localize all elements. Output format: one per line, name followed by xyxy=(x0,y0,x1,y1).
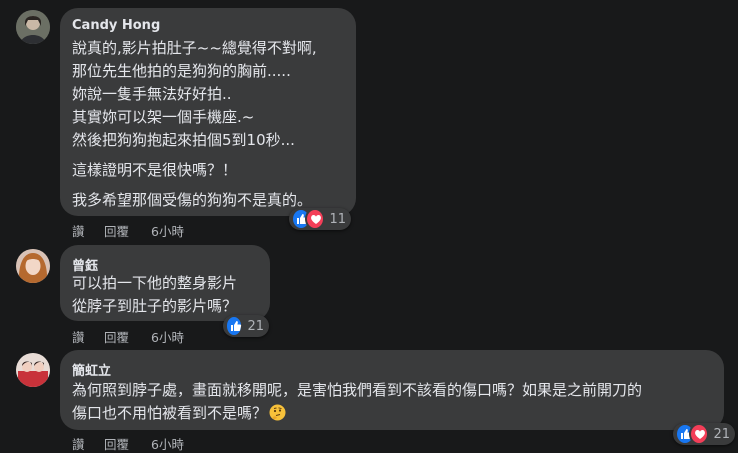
comment-text-segment: 傷口也不用怕被看到不是嗎？ xyxy=(72,404,268,422)
reaction-count: 11 xyxy=(329,211,346,227)
comment-actions: 讚 回覆 6小時 xyxy=(72,327,212,346)
reply-link[interactable]: 回覆 xyxy=(104,434,129,453)
timestamp[interactable]: 6小時 xyxy=(151,327,184,346)
comment-bubble: 簡虹立 為何照到脖子處，畫面就移開呢，是害怕我們看到不該看的傷口嗎？如果是之前開… xyxy=(60,350,724,430)
reaction-count: 21 xyxy=(247,318,264,334)
comment-text-line: 其實妳可以架一個手機座.~ xyxy=(72,108,255,126)
reply-link[interactable]: 回覆 xyxy=(104,327,129,346)
like-link[interactable]: 讚 xyxy=(72,327,85,346)
avatar[interactable] xyxy=(16,10,50,44)
comment-author[interactable]: 簡虹立 xyxy=(72,360,111,379)
timestamp[interactable]: 6小時 xyxy=(151,434,184,453)
comment-text-line: 傷口也不用怕被看到不是嗎？ xyxy=(72,403,286,426)
like-icon xyxy=(225,315,244,337)
comment-text-line: 那位先生他拍的是狗狗的胸前..... xyxy=(72,62,291,80)
comment-bubble: 曾鈺 可以拍一下他的整身影片 從脖子到肚子的影片嗎？ xyxy=(60,245,270,321)
timestamp[interactable]: 6小時 xyxy=(151,221,184,240)
reaction-count: 21 xyxy=(713,426,730,442)
comment-actions: 讚 回覆 6小時 xyxy=(72,221,212,240)
love-icon xyxy=(305,208,326,230)
comment-author[interactable]: 曾鈺 xyxy=(72,255,98,274)
comment-text-line: 可以拍一下他的整身影片 xyxy=(72,274,238,292)
reactions-summary[interactable]: 11 xyxy=(289,208,351,230)
comment-text-line: 說真的,影片拍肚子~~總覺得不對啊, xyxy=(72,39,317,57)
comment-text-line: 從脖子到肚子的影片嗎？ xyxy=(72,297,238,315)
comment-author[interactable]: Candy Hong xyxy=(72,18,160,33)
comment-bubble: Candy Hong 說真的,影片拍肚子~~總覺得不對啊, 那位先生他拍的是狗狗… xyxy=(60,8,356,216)
reactions-summary[interactable]: 21 xyxy=(673,423,735,445)
comment-text-line: 妳說一隻手無法好好拍.. xyxy=(72,85,232,103)
avatar[interactable] xyxy=(16,353,50,387)
comment-text-line: 然後把狗狗抱起來拍個5到10秒... xyxy=(72,131,295,149)
comment-actions: 讚 回覆 6小時 xyxy=(72,434,212,453)
comment-text-line: 為何照到脖子處，畫面就移開呢，是害怕我們看到不該看的傷口嗎？如果是之前開刀的 xyxy=(72,381,643,399)
comment-text-line: 我多希望那個受傷的狗狗不是真的。 xyxy=(72,191,313,209)
like-link[interactable]: 讚 xyxy=(72,434,85,453)
reactions-summary[interactable]: 21 xyxy=(223,315,269,337)
love-icon xyxy=(689,423,710,445)
comment-text-line: 這樣證明不是很快嗎？！ xyxy=(72,161,238,179)
thinking-face-icon xyxy=(269,404,286,426)
like-link[interactable]: 讚 xyxy=(72,221,85,240)
reply-link[interactable]: 回覆 xyxy=(104,221,129,240)
avatar[interactable] xyxy=(16,249,50,283)
